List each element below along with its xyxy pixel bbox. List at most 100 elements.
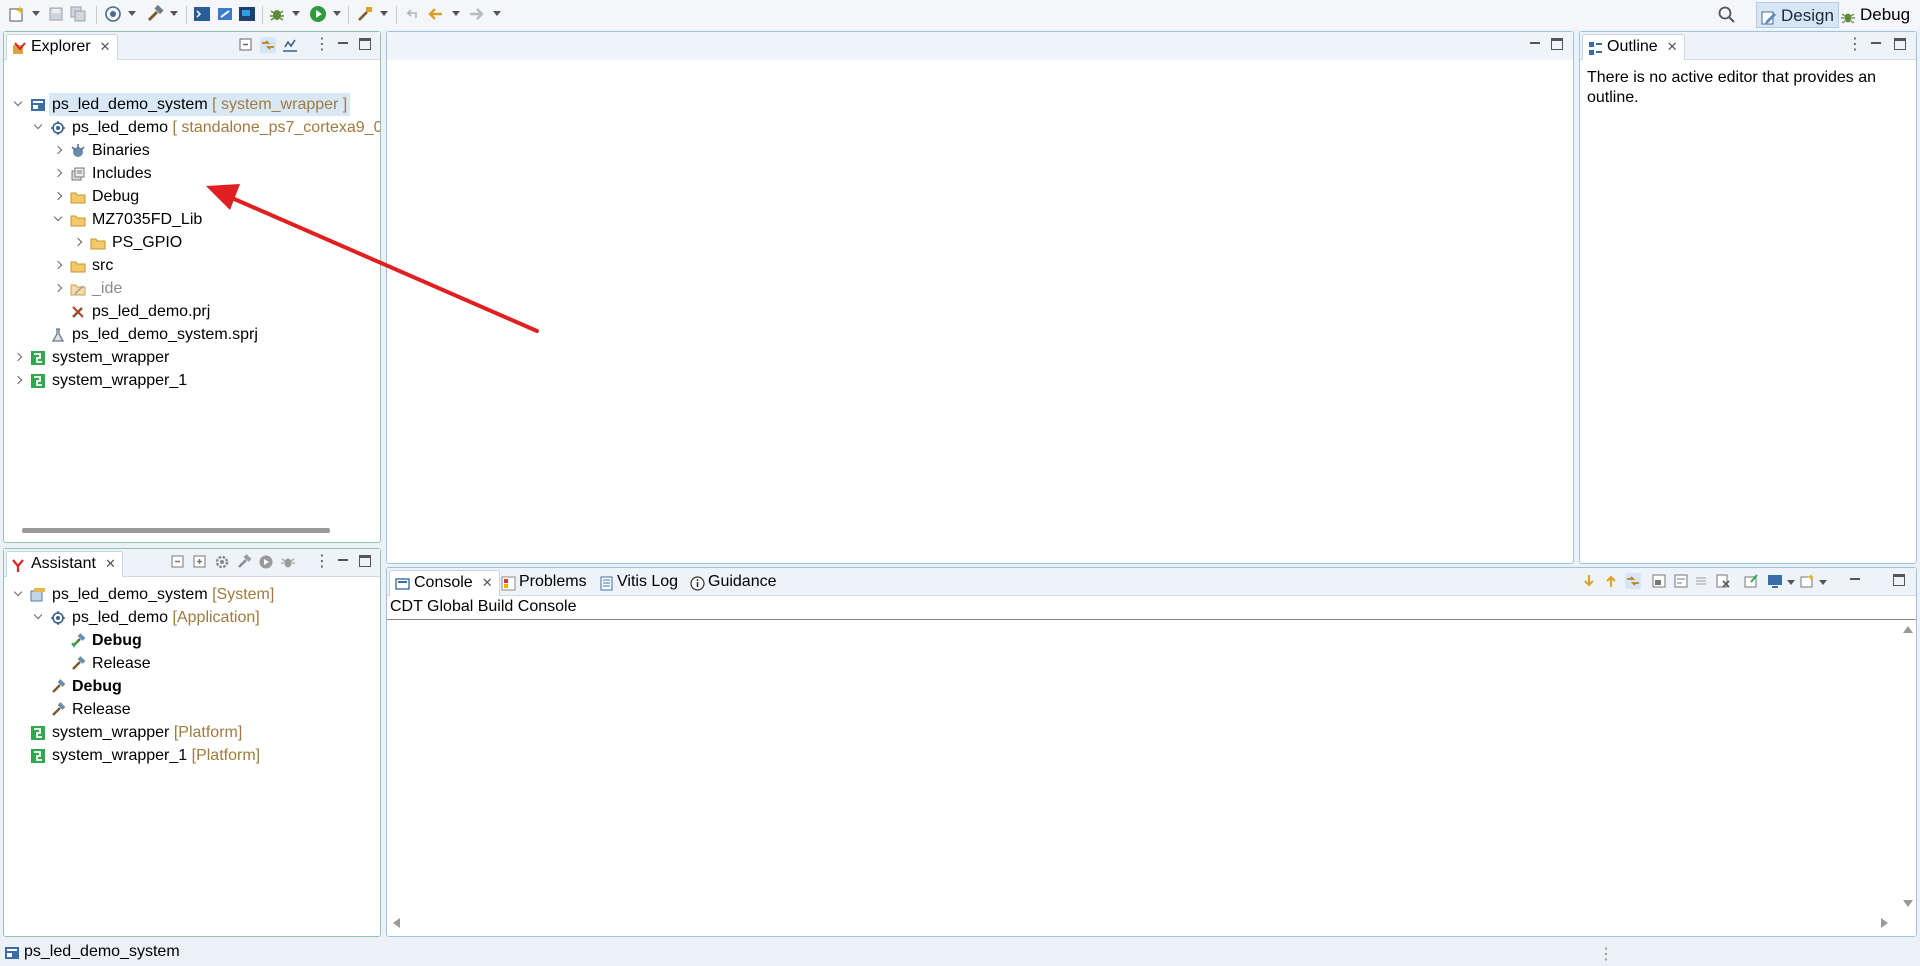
expand-toggle[interactable] xyxy=(72,231,86,254)
link-with-editor-icon[interactable] xyxy=(260,37,276,53)
tree-item-decoration: [Platform] xyxy=(173,724,243,741)
close-icon[interactable]: ✕ xyxy=(482,571,493,595)
expand-toggle[interactable] xyxy=(52,277,66,300)
view-menu-icon[interactable] xyxy=(1847,34,1863,54)
tab-assistant[interactable]: Assistant ✕ xyxy=(6,551,123,577)
maximize-icon[interactable] xyxy=(1551,38,1563,50)
tab-console[interactable]: Console ✕ xyxy=(389,570,500,596)
maximize-icon[interactable] xyxy=(359,555,371,567)
scroll-left-arrow-icon[interactable] xyxy=(393,918,400,928)
save-icon[interactable] xyxy=(48,5,64,23)
back-arrow-icon[interactable] xyxy=(426,5,444,23)
collapse-all-icon[interactable] xyxy=(238,37,254,53)
minimize-icon[interactable] xyxy=(1870,38,1882,50)
external-tools-icon[interactable] xyxy=(356,5,374,23)
tab-guidance[interactable]: Guidance xyxy=(688,570,777,596)
back-dropdown-icon[interactable] xyxy=(452,11,460,16)
view-menu-icon[interactable] xyxy=(314,34,330,54)
expand-toggle[interactable] xyxy=(12,369,26,392)
expand-all-icon[interactable] xyxy=(192,554,208,570)
display-console-icon[interactable] xyxy=(1767,573,1783,589)
expand-toggle[interactable] xyxy=(52,185,66,208)
forward-arrow-icon[interactable] xyxy=(468,5,486,23)
clear-console-icon[interactable] xyxy=(1715,573,1731,589)
tab-outline[interactable]: Outline ✕ xyxy=(1582,34,1685,60)
close-icon[interactable]: ✕ xyxy=(105,552,116,576)
minimize-icon[interactable] xyxy=(337,38,349,50)
expand-toggle[interactable] xyxy=(32,116,46,139)
pin-console-icon[interactable] xyxy=(1743,573,1759,589)
build-hammer-icon[interactable] xyxy=(146,5,164,23)
expand-toggle[interactable] xyxy=(52,208,66,231)
build-dropdown-icon[interactable] xyxy=(170,11,178,16)
build-hammer-icon[interactable] xyxy=(236,554,252,570)
tree-item-ps-led-demo-system[interactable]: ps_led_demo_system [ system_wrapper ] xyxy=(4,93,380,116)
xsct-console-icon[interactable] xyxy=(238,5,256,23)
new-icon[interactable] xyxy=(8,5,26,23)
perspective-design-button[interactable]: Design xyxy=(1756,2,1839,28)
target-dropdown-icon[interactable] xyxy=(128,11,136,16)
build-config-active-icon xyxy=(70,633,86,649)
scroll-down-arrow-icon[interactable] xyxy=(1903,900,1913,907)
close-icon[interactable]: ✕ xyxy=(100,35,111,59)
new-console-dropdown-icon[interactable] xyxy=(1819,580,1827,585)
tab-explorer[interactable]: Explorer ✕ xyxy=(6,34,118,60)
terminal-icon[interactable] xyxy=(193,5,211,23)
tree-item-decoration: [ system_wrapper ] xyxy=(212,96,348,113)
explorer-horizontal-scrollbar[interactable] xyxy=(22,528,330,533)
expand-toggle[interactable] xyxy=(52,162,66,185)
minimize-icon[interactable] xyxy=(1529,38,1541,50)
external-tools-dropdown-icon[interactable] xyxy=(380,11,388,16)
tree-item-ps-led-demo[interactable]: ps_led_demo [ standalone_ps7_cortexa9_0 xyxy=(4,116,380,139)
console-output-area[interactable] xyxy=(387,620,1898,916)
filter-icon[interactable] xyxy=(282,37,298,53)
word-wrap-icon[interactable] xyxy=(1673,573,1689,589)
run-icon[interactable] xyxy=(309,5,327,23)
scroll-up-icon[interactable] xyxy=(1603,573,1619,589)
settings-gear-icon[interactable] xyxy=(214,554,230,570)
application-project-icon xyxy=(50,120,66,136)
editor-tabbar xyxy=(387,32,1573,60)
assistant-tabbar: Assistant ✕ xyxy=(4,549,380,577)
tree-item-label: Binaries xyxy=(92,142,150,159)
program-device-icon[interactable] xyxy=(216,5,234,23)
maximize-icon[interactable] xyxy=(359,38,371,50)
link-console-icon[interactable] xyxy=(1625,573,1641,589)
minimize-icon[interactable] xyxy=(337,555,349,567)
expand-toggle[interactable] xyxy=(52,139,66,162)
debug-bug-icon[interactable] xyxy=(268,5,286,23)
expand-toggle[interactable] xyxy=(32,606,46,629)
maximize-icon[interactable] xyxy=(1893,574,1905,586)
scroll-right-arrow-icon[interactable] xyxy=(1881,918,1888,928)
save-all-icon[interactable] xyxy=(70,5,86,23)
expand-toggle[interactable] xyxy=(12,583,26,606)
tab-problems[interactable]: Problems xyxy=(499,570,587,596)
show-console-icon[interactable] xyxy=(1693,573,1709,589)
scroll-down-icon[interactable] xyxy=(1581,573,1597,589)
run-dropdown-icon[interactable] xyxy=(333,11,341,16)
scroll-lock-icon[interactable] xyxy=(1651,573,1667,589)
platform-icon xyxy=(30,748,46,764)
debug-bug-icon[interactable] xyxy=(280,554,296,570)
expand-toggle[interactable] xyxy=(52,254,66,277)
forward-dropdown-icon[interactable] xyxy=(493,11,501,16)
new-console-icon[interactable] xyxy=(1799,573,1815,589)
view-menu-icon[interactable] xyxy=(314,551,330,571)
last-edit-location-icon[interactable] xyxy=(404,5,420,23)
outline-message: There is no active editor that provides … xyxy=(1587,68,1876,108)
perspective-debug-button[interactable]: Debug xyxy=(1836,2,1914,28)
expand-toggle[interactable] xyxy=(12,93,26,116)
display-console-dropdown-icon[interactable] xyxy=(1787,580,1795,585)
debug-dropdown-icon[interactable] xyxy=(292,11,300,16)
scroll-up-arrow-icon[interactable] xyxy=(1903,626,1913,633)
run-icon[interactable] xyxy=(258,554,274,570)
target-icon[interactable] xyxy=(104,5,122,23)
tab-vitis-log[interactable]: Vitis Log xyxy=(597,570,678,596)
collapse-all-icon[interactable] xyxy=(170,554,186,570)
close-icon[interactable]: ✕ xyxy=(1667,35,1678,59)
search-icon[interactable] xyxy=(1716,4,1738,26)
expand-toggle[interactable] xyxy=(12,346,26,369)
minimize-icon[interactable] xyxy=(1849,574,1861,586)
new-dropdown-icon[interactable] xyxy=(32,11,40,16)
maximize-icon[interactable] xyxy=(1894,38,1906,50)
